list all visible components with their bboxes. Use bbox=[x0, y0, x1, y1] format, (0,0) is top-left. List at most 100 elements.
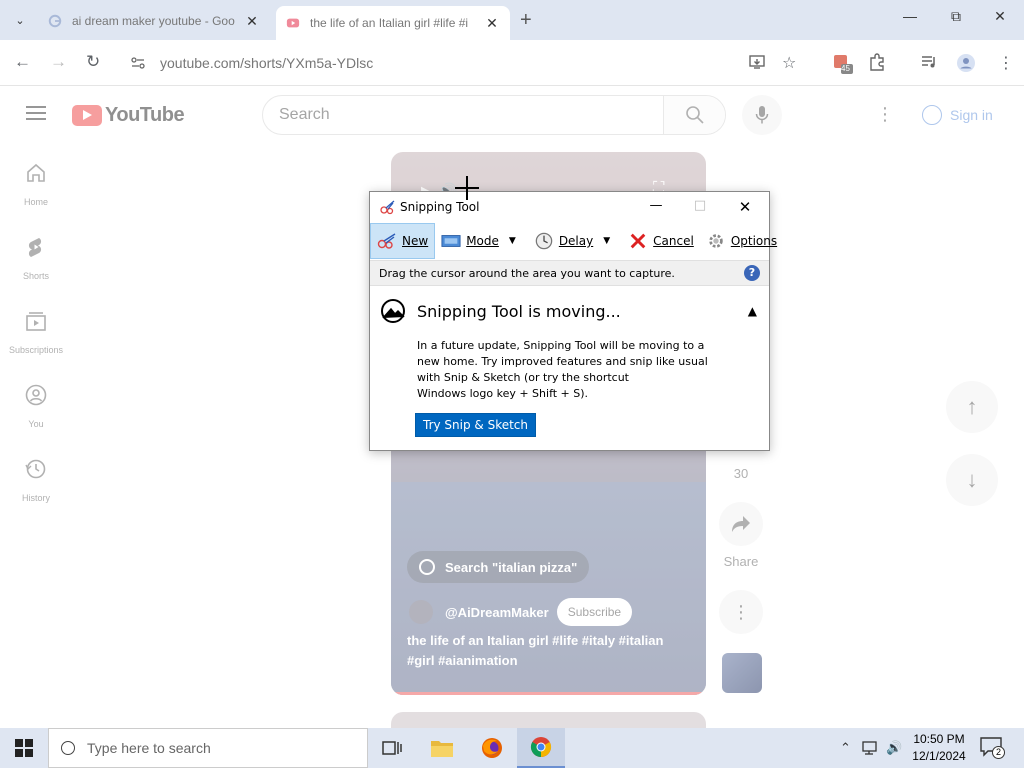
try-snip-sketch-button[interactable]: Try Snip & Sketch bbox=[415, 413, 537, 437]
clock-icon bbox=[535, 232, 553, 250]
new-snip-button[interactable]: New bbox=[370, 223, 436, 259]
snip-close-icon[interactable]: ✕ bbox=[730, 198, 760, 216]
previous-short-button[interactable]: ↑ bbox=[946, 381, 998, 433]
new-label: New bbox=[402, 234, 429, 248]
snip-title: Snipping Tool bbox=[400, 200, 480, 214]
arrow-up-icon: ↑ bbox=[966, 394, 978, 419]
extensions-puzzle-icon[interactable] bbox=[868, 53, 886, 76]
bookmark-star-icon[interactable]: ☆ bbox=[782, 53, 796, 73]
video-progress-bar[interactable] bbox=[391, 692, 706, 695]
sidebar-item-shorts[interactable]: Shorts bbox=[0, 236, 72, 281]
sidebar-label: You bbox=[28, 419, 44, 429]
hamburger-menu-icon[interactable] bbox=[26, 106, 46, 120]
more-actions-kebab-icon[interactable]: ⋮ bbox=[719, 590, 763, 634]
shorts-icon bbox=[28, 238, 42, 257]
search-icon bbox=[61, 741, 75, 755]
crosshair-cursor-icon bbox=[455, 176, 479, 200]
video-caption[interactable]: the life of an Italian girl #life #italy… bbox=[407, 631, 687, 671]
sign-in-button[interactable]: Sign in bbox=[912, 100, 1003, 130]
gear-icon bbox=[709, 234, 723, 248]
browser-menu-icon[interactable]: ⋮ bbox=[998, 53, 1014, 73]
arrow-down-icon: ↓ bbox=[966, 467, 978, 492]
tab-close-icon[interactable]: ✕ bbox=[484, 15, 500, 32]
tab-youtube-short[interactable]: the life of an Italian girl #life #i ✕ bbox=[276, 6, 510, 40]
sidebar-item-subscriptions[interactable]: Subscriptions bbox=[0, 310, 72, 355]
channel-row: @AiDreamMaker Subscribe bbox=[409, 598, 633, 626]
collapse-chevron-up-icon[interactable]: ▲ bbox=[748, 304, 757, 318]
history-icon bbox=[25, 459, 46, 479]
search-button[interactable] bbox=[663, 96, 725, 134]
channel-avatar[interactable] bbox=[409, 600, 433, 624]
mode-button[interactable]: Mode ▼ bbox=[435, 223, 528, 259]
firefox-icon[interactable] bbox=[468, 728, 516, 768]
notification-count: 2 bbox=[992, 746, 1005, 759]
search-icon bbox=[685, 106, 704, 124]
options-label: Options bbox=[730, 234, 778, 248]
delay-dropdown-icon[interactable]: ▼ bbox=[603, 236, 610, 246]
taskbar-search-box[interactable]: Type here to search bbox=[48, 728, 368, 768]
audio-thumbnail[interactable] bbox=[722, 653, 762, 693]
forward-arrow-icon[interactable]: → bbox=[50, 52, 67, 72]
back-arrow-icon[interactable]: ← bbox=[14, 52, 31, 72]
sidebar-item-history[interactable]: History bbox=[0, 458, 72, 503]
delay-button[interactable]: Delay ▼ bbox=[528, 223, 622, 259]
taskbar-search-placeholder: Type here to search bbox=[87, 740, 211, 756]
restore-icon[interactable]: ⧉ bbox=[934, 8, 978, 25]
address-bar[interactable]: youtube.com/shorts/YXm5a-YDlsc bbox=[118, 47, 818, 79]
share-arrow-icon bbox=[732, 516, 750, 532]
start-button[interactable] bbox=[0, 728, 48, 768]
new-tab-button[interactable]: + bbox=[520, 9, 532, 32]
task-view-icon[interactable] bbox=[368, 728, 416, 768]
minimize-icon[interactable]: — bbox=[888, 8, 932, 24]
extension-app-icon[interactable]: 45 bbox=[832, 53, 854, 80]
moving-title: Snipping Tool is moving... bbox=[417, 301, 621, 321]
share-button[interactable] bbox=[719, 502, 763, 546]
subscriptions-icon bbox=[26, 312, 46, 331]
windows-taskbar: Type here to search ⌃ 🔊 10:50 PM 12/1/20… bbox=[0, 728, 1024, 768]
sidebar-item-home[interactable]: Home bbox=[0, 162, 72, 207]
tab-title: ai dream maker youtube - Goo bbox=[72, 14, 235, 28]
file-explorer-icon[interactable] bbox=[418, 728, 466, 768]
help-question-icon[interactable]: ? bbox=[744, 265, 760, 281]
tab-google-search[interactable]: ai dream maker youtube - Goo ✕ bbox=[38, 6, 270, 36]
chrome-icon[interactable] bbox=[517, 728, 565, 768]
scissors-app-icon bbox=[380, 200, 395, 215]
subscribe-button[interactable]: Subscribe bbox=[556, 598, 633, 626]
youtube-logo[interactable]: YouTube bbox=[72, 104, 185, 127]
capture-hint-text: Drag the cursor around the area you want… bbox=[379, 266, 675, 280]
options-button[interactable]: Options bbox=[700, 223, 783, 259]
related-search-pill[interactable]: Search "italian pizza" bbox=[407, 551, 590, 583]
voice-search-button[interactable] bbox=[742, 95, 782, 135]
related-search-label: Search "italian pizza" bbox=[445, 559, 578, 575]
search-icon bbox=[419, 559, 435, 575]
install-app-icon[interactable] bbox=[748, 53, 766, 76]
mode-dropdown-icon[interactable]: ▼ bbox=[509, 236, 516, 246]
reload-icon[interactable]: ↻ bbox=[86, 52, 100, 72]
profile-avatar-icon[interactable] bbox=[956, 53, 976, 78]
tab-title: the life of an Italian girl #life #i bbox=[310, 16, 469, 30]
network-icon[interactable] bbox=[862, 740, 880, 759]
taskbar-clock[interactable]: 10:50 PM 12/1/2024 bbox=[906, 731, 972, 765]
settings-kebab-icon[interactable]: ⋮ bbox=[876, 104, 894, 125]
moving-notice: Snipping Tool is moving... ▲ In a future… bbox=[370, 286, 769, 447]
close-window-icon[interactable]: ✕ bbox=[978, 8, 1022, 25]
youtube-play-logo-icon bbox=[72, 105, 102, 126]
browser-tab-bar: ⌄ ai dream maker youtube - Goo ✕ the lif… bbox=[0, 0, 1024, 40]
moving-description: In a future update, Snipping Tool will b… bbox=[417, 339, 708, 400]
tab-search-chevron-icon[interactable]: ⌄ bbox=[8, 8, 32, 32]
tab-close-icon[interactable]: ✕ bbox=[244, 13, 260, 30]
tray-chevron-up-icon[interactable]: ⌃ bbox=[840, 740, 851, 756]
next-short-button[interactable]: ↓ bbox=[946, 454, 998, 506]
sidebar-item-you[interactable]: You bbox=[0, 384, 72, 429]
cancel-button[interactable]: Cancel bbox=[622, 223, 700, 259]
snip-minimize-icon[interactable]: — bbox=[641, 198, 671, 213]
channel-name[interactable]: @AiDreamMaker bbox=[445, 605, 549, 620]
media-control-icon[interactable] bbox=[920, 53, 938, 76]
microphone-icon bbox=[755, 106, 769, 124]
action-center-icon[interactable]: 2 bbox=[980, 737, 1005, 759]
site-info-icon[interactable] bbox=[130, 55, 146, 71]
volume-icon[interactable]: 🔊 bbox=[886, 740, 902, 756]
search-input[interactable] bbox=[263, 96, 663, 134]
sidebar-label: Home bbox=[23, 197, 48, 207]
extension-badge: 45 bbox=[841, 64, 850, 73]
